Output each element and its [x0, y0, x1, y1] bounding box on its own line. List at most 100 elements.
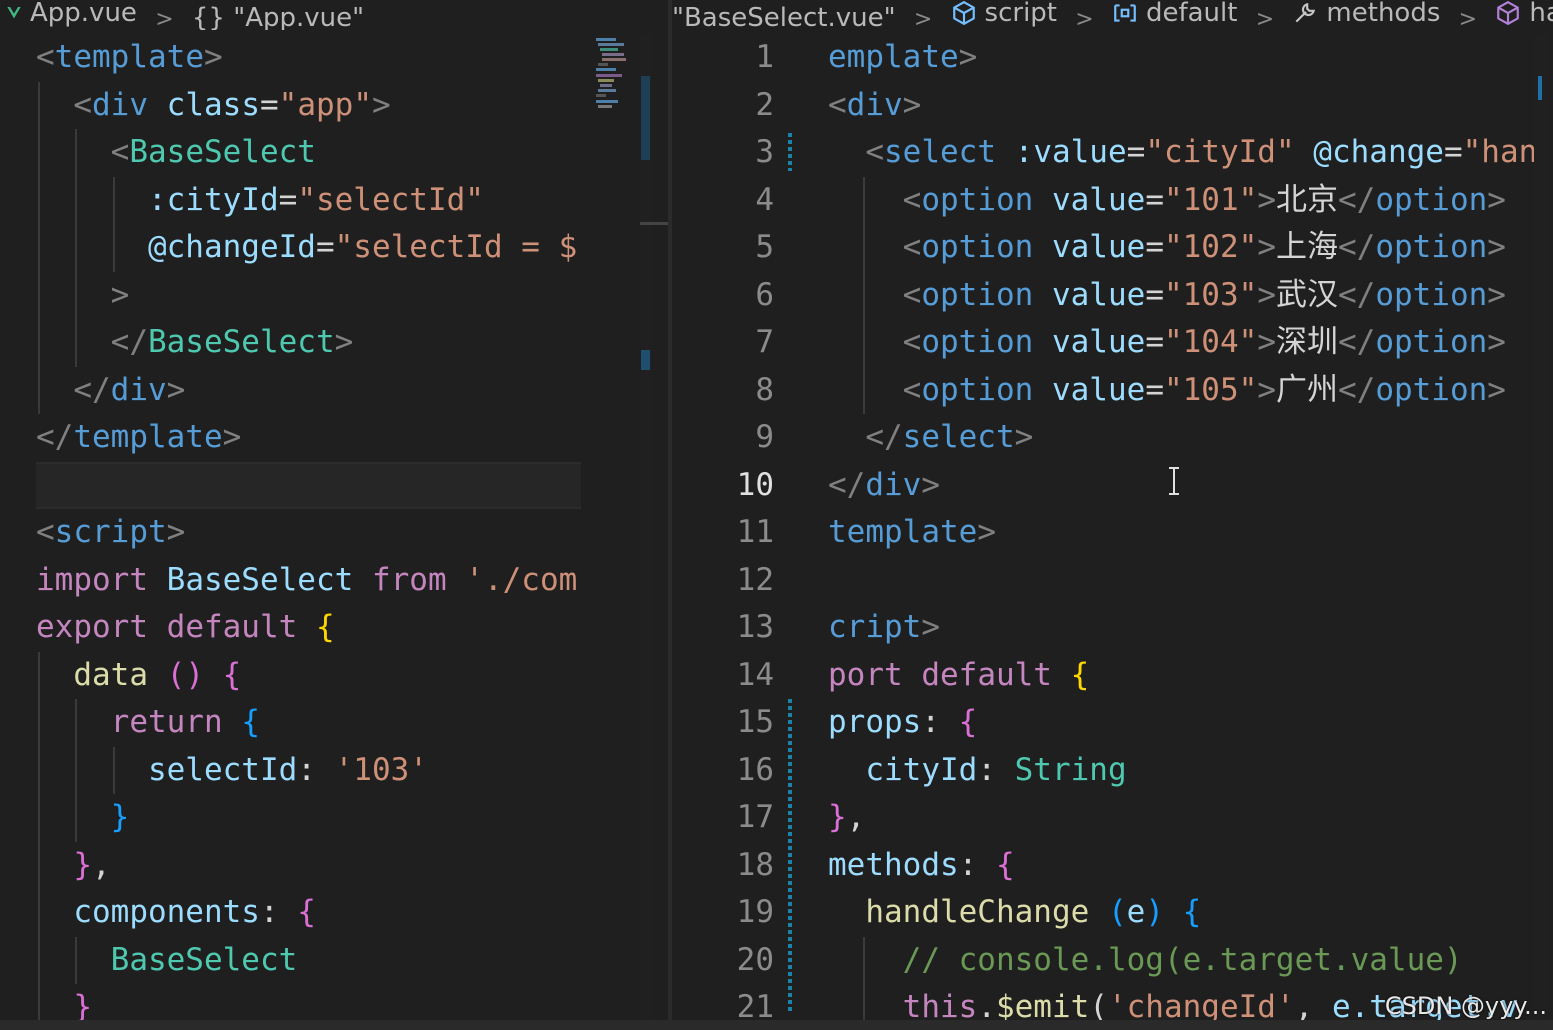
code-token: < — [36, 134, 130, 170]
code-token: '103' — [334, 751, 428, 788]
code-token: 武汉 — [1275, 276, 1338, 313]
left-code-area[interactable]: <template> <div class="app"> <BaseSelect… — [36, 34, 581, 1030]
code-token: class — [166, 86, 260, 123]
line-number: 8 — [755, 371, 774, 408]
code-token: > — [166, 514, 186, 550]
git-change-marker[interactable] — [788, 133, 792, 171]
code-token: "selectId = $ — [334, 229, 578, 265]
code-line[interactable]: export default { — [36, 604, 581, 652]
code-line[interactable]: <template> — [36, 34, 581, 82]
left-editor-pane[interactable]: App.vue > {} "App.vue" <template> <div c… — [0, 0, 670, 1030]
code-line[interactable]: import BaseSelect from './com — [36, 557, 581, 605]
code-line[interactable]: template> — [828, 509, 1537, 557]
code-line[interactable]: <script> — [36, 509, 581, 557]
minimap[interactable] — [584, 34, 644, 394]
code-line[interactable]: handleChange (e) { — [828, 889, 1537, 937]
code-token: option — [921, 181, 1034, 218]
code-line[interactable]: <div class="app"> — [36, 82, 581, 130]
breadcrumb-label: methods — [1326, 0, 1441, 28]
left-minimap-slider[interactable] — [640, 222, 670, 225]
code-line[interactable]: }, — [36, 842, 581, 890]
code-token: cript — [828, 609, 922, 645]
code-line[interactable]: port default { — [828, 652, 1537, 700]
line-number: 5 — [755, 229, 774, 265]
code-token: { — [297, 894, 316, 930]
code-line[interactable]: <BaseSelect — [36, 129, 581, 177]
code-line[interactable]: :cityId="selectId" — [36, 177, 581, 225]
code-line[interactable]: return { — [36, 699, 581, 747]
code-token: < — [828, 276, 922, 313]
code-token: option — [1375, 371, 1488, 408]
code-token: div — [110, 371, 167, 408]
code-line[interactable]: <option value="104">深圳</option> — [828, 319, 1537, 367]
code-line[interactable]: selectId: '103' — [36, 747, 581, 795]
code-line[interactable]: <option value="101">北京</option> — [828, 177, 1537, 225]
right-scrollbar-track[interactable] — [1534, 34, 1548, 1024]
code-token: import — [36, 561, 148, 598]
breadcrumb-item-file[interactable]: "BaseSelect.vue" — [672, 5, 896, 30]
code-line[interactable]: // console.log(e.target.value) — [828, 937, 1537, 985]
code-token: > — [203, 39, 223, 75]
code-line[interactable]: > — [36, 272, 581, 320]
git-change-marker[interactable] — [788, 699, 792, 1012]
code-token: < — [828, 181, 922, 218]
code-line[interactable]: <div> — [828, 82, 1537, 130]
code-line[interactable]: <option value="103">武汉</option> — [828, 272, 1537, 320]
right-editor-pane[interactable]: "BaseSelect.vue" > script > default > me… — [672, 0, 1553, 1030]
code-token: () — [166, 656, 204, 693]
code-token: { — [1182, 894, 1202, 930]
breadcrumb-item-root[interactable]: {} "App.vue" — [192, 5, 364, 30]
code-token: > — [958, 39, 978, 75]
code-token: from — [371, 561, 447, 598]
code-token: @changeId — [147, 229, 316, 265]
breadcrumb-item-handlechange[interactable]: handleCh — [1495, 0, 1553, 26]
code-token: < — [828, 229, 922, 265]
code-line[interactable]: methods: { — [828, 842, 1537, 890]
code-token: } — [73, 846, 92, 883]
code-line[interactable]: cript> — [828, 604, 1537, 652]
breadcrumb-item-script[interactable]: script — [951, 0, 1057, 26]
code-line[interactable] — [828, 557, 1537, 605]
code-token: e — [1126, 894, 1146, 930]
code-line[interactable]: data () { — [36, 652, 581, 700]
code-line[interactable]: </BaseSelect> — [36, 319, 581, 367]
code-line[interactable]: </div> — [36, 367, 581, 415]
code-token: > — [921, 609, 940, 645]
code-line[interactable]: } — [36, 794, 581, 842]
code-token: div — [846, 86, 903, 123]
code-line[interactable]: emplate> — [828, 34, 1537, 82]
right-code-area[interactable]: emplate> <div> <select :value="cityId" @c… — [828, 34, 1537, 1030]
code-line[interactable]: props: { — [828, 699, 1537, 747]
code-line[interactable]: }, — [828, 794, 1537, 842]
breadcrumb-item-methods[interactable]: methods — [1292, 0, 1440, 26]
breadcrumb-item-file[interactable]: App.vue — [6, 0, 137, 26]
code-token: = — [1443, 134, 1463, 170]
indent-guide — [863, 176, 865, 414]
code-line[interactable]: </div> — [828, 462, 1537, 510]
indent-guide — [75, 699, 77, 842]
left-scrollbar-track[interactable] — [640, 34, 652, 1024]
code-line[interactable]: <select :value="cityId" @change="han — [828, 129, 1537, 177]
code-line[interactable]: </template> — [36, 414, 581, 462]
code-line[interactable]: <option value="102">上海</option> — [828, 224, 1537, 272]
code-line[interactable]: <option value="105">广州</option> — [828, 367, 1537, 415]
code-line[interactable]: cityId: String — [828, 747, 1537, 795]
breadcrumb-item-default[interactable]: default — [1112, 0, 1237, 26]
breadcrumb-label: "BaseSelect.vue" — [672, 3, 896, 30]
left-scrollbar-thumb[interactable] — [641, 76, 650, 160]
code-line[interactable]: @changeId="selectId = $ — [36, 224, 581, 272]
code-token: </ — [1337, 229, 1376, 265]
code-line[interactable]: components: { — [36, 889, 581, 937]
code-line[interactable]: BaseSelect — [36, 937, 581, 985]
code-line[interactable]: </select> — [828, 414, 1537, 462]
code-token: > — [1014, 419, 1034, 455]
code-line[interactable] — [36, 461, 581, 509]
code-token: : — [297, 751, 335, 788]
